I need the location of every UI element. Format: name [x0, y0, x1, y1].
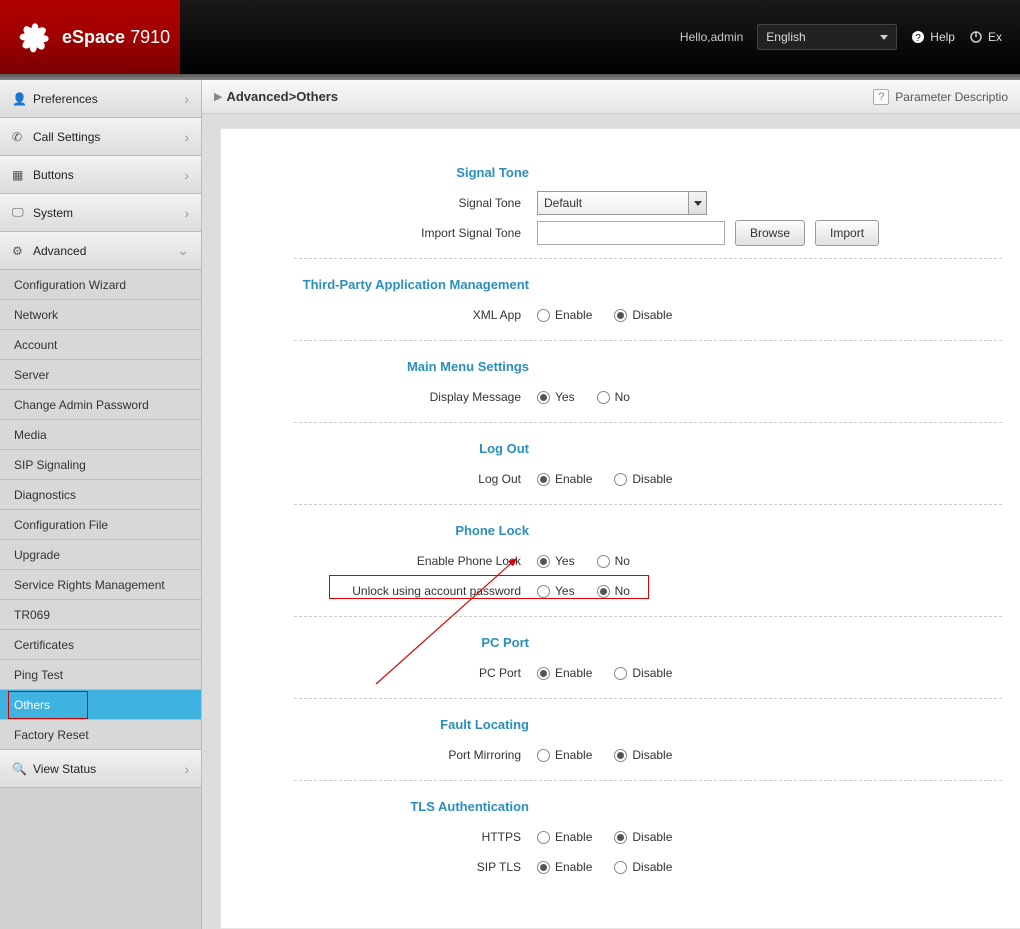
gear-icon: ⚙ — [12, 244, 26, 258]
person-icon: 👤 — [12, 92, 26, 106]
triangle-icon: ▶ — [214, 90, 222, 103]
section-title-logout: Log Out — [239, 433, 529, 464]
label-import-signal-tone: Import Signal Tone — [239, 226, 529, 240]
monitor-icon: 🖵 — [12, 205, 26, 220]
port-mirroring-disable[interactable]: Disable — [614, 748, 672, 762]
nav-advanced[interactable]: ⚙Advanced⌄ — [0, 232, 201, 270]
browse-button[interactable]: Browse — [735, 220, 805, 246]
unlock-pwd-no[interactable]: No — [597, 584, 630, 598]
sidebar-item-certs[interactable]: Certificates — [0, 630, 201, 660]
nav-view-status[interactable]: 🔍View Status› — [0, 750, 201, 788]
question-icon: ? — [873, 89, 889, 105]
section-title-fault: Fault Locating — [239, 709, 529, 740]
sidebar-item-tr069[interactable]: TR069 — [0, 600, 201, 630]
nav-buttons[interactable]: ▦Buttons› — [0, 156, 201, 194]
sidebar-item-srm[interactable]: Service Rights Management — [0, 570, 201, 600]
sidebar-item-network[interactable]: Network — [0, 300, 201, 330]
section-title-tls: TLS Authentication — [239, 791, 529, 822]
logout-enable[interactable]: Enable — [537, 472, 592, 486]
https-disable[interactable]: Disable — [614, 830, 672, 844]
section-title-pc-port: PC Port — [239, 627, 529, 658]
sidebar-item-ping[interactable]: Ping Test — [0, 660, 201, 690]
pc-port-enable[interactable]: Enable — [537, 666, 592, 680]
product-name: eSpace 7910 — [62, 27, 170, 48]
label-sip-tls: SIP TLS — [239, 860, 529, 874]
xml-app-enable[interactable]: Enable — [537, 308, 592, 322]
section-title-signal-tone: Signal Tone — [239, 157, 529, 188]
section-title-main-menu: Main Menu Settings — [239, 351, 529, 382]
breadcrumb-bar: ▶ Advanced>Others ? Parameter Descriptio — [202, 80, 1020, 114]
pc-port-disable[interactable]: Disable — [614, 666, 672, 680]
display-message-yes[interactable]: Yes — [537, 390, 575, 404]
sidebar-item-account[interactable]: Account — [0, 330, 201, 360]
phone-lock-no[interactable]: No — [597, 554, 630, 568]
section-title-phone-lock: Phone Lock — [239, 515, 529, 546]
sip-tls-disable[interactable]: Disable — [614, 860, 672, 874]
section-title-third-party: Third-Party Application Management — [239, 269, 529, 300]
nav-call-settings[interactable]: ✆Call Settings› — [0, 118, 201, 156]
sidebar-item-sip[interactable]: SIP Signaling — [0, 450, 201, 480]
label-port-mirroring: Port Mirroring — [239, 748, 529, 762]
logo-icon — [18, 20, 52, 54]
sidebar-item-change-pwd[interactable]: Change Admin Password — [0, 390, 201, 420]
phone-lock-yes[interactable]: Yes — [537, 554, 575, 568]
nav-system[interactable]: 🖵System› — [0, 194, 201, 232]
sidebar-item-config-wizard[interactable]: Configuration Wizard — [0, 270, 201, 300]
label-logout: Log Out — [239, 472, 529, 486]
sidebar: 👤Preferences› ✆Call Settings› ▦Buttons› … — [0, 80, 202, 929]
label-enable-phone-lock: Enable Phone Lock — [239, 554, 529, 568]
sip-tls-enable[interactable]: Enable — [537, 860, 592, 874]
phone-icon: ✆ — [12, 130, 26, 144]
breadcrumb-text: Advanced>Others — [226, 89, 338, 104]
label-pc-port: PC Port — [239, 666, 529, 680]
https-enable[interactable]: Enable — [537, 830, 592, 844]
sidebar-item-media[interactable]: Media — [0, 420, 201, 450]
sidebar-item-config-file[interactable]: Configuration File — [0, 510, 201, 540]
label-display-message: Display Message — [239, 390, 529, 404]
label-xml-app: XML App — [239, 308, 529, 322]
language-select[interactable]: English — [757, 24, 897, 50]
label-signal-tone: Signal Tone — [239, 196, 529, 210]
exit-link[interactable]: Ex — [969, 30, 1002, 44]
sidebar-item-upgrade[interactable]: Upgrade — [0, 540, 201, 570]
grid-icon: ▦ — [12, 168, 26, 182]
parameter-description-link[interactable]: ? Parameter Descriptio — [873, 89, 1008, 105]
signal-tone-select[interactable]: Default — [537, 191, 707, 215]
port-mirroring-enable[interactable]: Enable — [537, 748, 592, 762]
power-icon — [969, 30, 983, 44]
import-button[interactable]: Import — [815, 220, 879, 246]
unlock-pwd-yes[interactable]: Yes — [537, 584, 575, 598]
label-unlock-account-pwd: Unlock using account password — [239, 584, 529, 598]
xml-app-disable[interactable]: Disable — [614, 308, 672, 322]
sidebar-item-others[interactable]: Others — [0, 690, 201, 720]
header-bar: eSpace 7910 Hello,admin English ? Help E… — [0, 0, 1020, 74]
help-icon: ? — [911, 30, 925, 44]
help-link[interactable]: ? Help — [911, 30, 955, 44]
greeting-text: Hello,admin — [680, 30, 743, 44]
nav-preferences[interactable]: 👤Preferences› — [0, 80, 201, 118]
sidebar-item-diagnostics[interactable]: Diagnostics — [0, 480, 201, 510]
sidebar-item-factory-reset[interactable]: Factory Reset — [0, 720, 201, 750]
display-message-no[interactable]: No — [597, 390, 630, 404]
svg-text:?: ? — [916, 33, 922, 44]
label-https: HTTPS — [239, 830, 529, 844]
logout-disable[interactable]: Disable — [614, 472, 672, 486]
sidebar-item-server[interactable]: Server — [0, 360, 201, 390]
magnifier-icon: 🔍 — [12, 762, 26, 776]
import-signal-tone-input[interactable] — [537, 221, 725, 245]
